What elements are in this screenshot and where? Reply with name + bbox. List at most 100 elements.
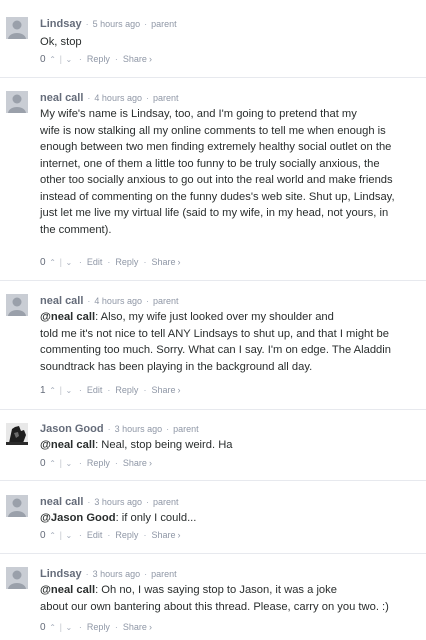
meta-separator: · — [145, 497, 149, 507]
meta-separator: · — [87, 296, 91, 306]
meta-separator: · — [144, 569, 148, 579]
share-link[interactable]: Share — [151, 384, 175, 397]
reply-link[interactable]: Reply — [87, 53, 110, 66]
parent-link[interactable]: parent — [173, 424, 199, 434]
footer-separator: · — [107, 257, 111, 267]
upvote-icon[interactable]: ⌃ — [48, 256, 58, 269]
vote-count: 0 — [40, 530, 46, 541]
comment-author[interactable]: Lindsay — [40, 18, 82, 30]
default-avatar-icon[interactable] — [6, 294, 28, 316]
comment-text-line: commenting too much. Sorry. What can I s… — [40, 344, 391, 356]
comment-time[interactable]: 5 hours ago — [93, 19, 141, 29]
meta-separator: · — [145, 93, 149, 103]
photo-avatar-icon[interactable] — [6, 423, 28, 445]
parent-link[interactable]: parent — [153, 497, 179, 507]
reply-link[interactable]: Reply — [87, 457, 110, 470]
meta-separator: · — [87, 93, 91, 103]
comment-text-line: enough between two men finding extremely… — [40, 141, 392, 153]
upvote-icon[interactable]: ⌃ — [48, 384, 58, 397]
reply-link[interactable]: Reply — [115, 529, 138, 542]
comment-divider — [0, 480, 426, 481]
upvote-icon[interactable]: ⌃ — [48, 457, 58, 470]
upvote-icon[interactable]: ⌃ — [48, 529, 58, 542]
comment-text-line: other too socially anxious to go out int… — [40, 174, 393, 186]
downvote-icon[interactable]: ⌄ — [64, 53, 74, 66]
share-chevron-icon: › — [177, 385, 181, 395]
share-link[interactable]: Share — [151, 529, 175, 542]
parent-link[interactable]: parent — [153, 296, 179, 306]
comment-time[interactable]: 4 hours ago — [94, 296, 142, 306]
edit-link[interactable]: Edit — [87, 529, 103, 542]
comment-author[interactable]: Jason Good — [40, 423, 104, 435]
comment-body: @Jason Good: if only I could... — [40, 510, 424, 527]
footer-separator: · — [143, 530, 147, 540]
footer-separator: · — [78, 54, 82, 64]
footer-separator: · — [78, 622, 82, 632]
vote-count: 0 — [40, 54, 46, 65]
downvote-icon[interactable]: ⌄ — [64, 256, 74, 269]
share-link[interactable]: Share — [123, 621, 147, 634]
share-chevron-icon: › — [148, 622, 152, 632]
comment-text-line: soundtrack has been playing in the backg… — [40, 360, 313, 373]
upvote-icon[interactable]: ⌃ — [48, 53, 58, 66]
default-avatar-icon[interactable] — [6, 567, 28, 589]
default-avatar-icon[interactable] — [6, 91, 28, 113]
comment-author[interactable]: neal call — [40, 496, 83, 508]
comment-time[interactable]: 3 hours ago — [93, 569, 141, 579]
parent-link[interactable]: parent — [151, 19, 177, 29]
meta-separator: · — [145, 296, 149, 306]
comment-time[interactable]: 4 hours ago — [94, 93, 142, 103]
share-link[interactable]: Share — [123, 53, 147, 66]
default-avatar-icon[interactable] — [6, 495, 28, 517]
mention-link[interactable]: @neal call — [40, 584, 95, 596]
footer-separator: · — [78, 530, 82, 540]
comment-text-line: My wife's name is Lindsay, too, and I'm … — [40, 108, 357, 120]
comment-divider — [0, 409, 426, 410]
meta-separator: · — [166, 424, 170, 434]
comment-text-line: instead of commenting on the funny dudes… — [40, 190, 395, 203]
footer-separator: · — [78, 385, 82, 395]
share-chevron-icon: › — [148, 54, 152, 64]
footer-separator: · — [107, 385, 111, 395]
vote-separator: | — [59, 385, 62, 395]
meta-separator: · — [107, 424, 111, 434]
downvote-icon[interactable]: ⌄ — [64, 529, 74, 542]
edit-link[interactable]: Edit — [87, 256, 103, 269]
comment-time[interactable]: 3 hours ago — [94, 497, 142, 507]
comment-author[interactable]: neal call — [40, 295, 83, 307]
comment-text-line: : Also, my wife just looked over my shou… — [95, 311, 334, 323]
mention-link[interactable]: @neal call — [40, 311, 95, 323]
comment-text-line: the comment). — [40, 223, 112, 236]
reply-link[interactable]: Reply — [87, 621, 110, 634]
comment-text-line: about our own bantering about this threa… — [40, 600, 389, 613]
comment-text-line: : if only I could... — [115, 512, 197, 524]
comment-body: @neal call: Oh no, I was saying stop to … — [40, 582, 424, 615]
comment-text-line: Ok, stop — [40, 36, 82, 48]
vote-count: 0 — [40, 257, 46, 268]
mention-link[interactable]: @neal call — [40, 439, 95, 451]
downvote-icon[interactable]: ⌄ — [64, 457, 74, 470]
edit-link[interactable]: Edit — [87, 384, 103, 397]
downvote-icon[interactable]: ⌄ — [64, 621, 74, 634]
comment-time[interactable]: 3 hours ago — [115, 424, 163, 434]
default-avatar-icon[interactable] — [6, 17, 28, 39]
share-chevron-icon: › — [177, 530, 181, 540]
comment-text-line: : Oh no, I was saying stop to Jason, it … — [95, 584, 337, 596]
mention-link[interactable]: @Jason Good — [40, 512, 116, 524]
upvote-icon[interactable]: ⌃ — [48, 621, 58, 634]
vote-count: 1 — [40, 385, 46, 396]
parent-link[interactable]: parent — [151, 569, 177, 579]
vote-separator: | — [59, 458, 62, 468]
comment-author[interactable]: neal call — [40, 92, 83, 104]
reply-link[interactable]: Reply — [115, 256, 138, 269]
downvote-icon[interactable]: ⌄ — [64, 384, 74, 397]
meta-separator: · — [85, 569, 89, 579]
meta-separator: · — [144, 19, 148, 29]
reply-link[interactable]: Reply — [115, 384, 138, 397]
parent-link[interactable]: parent — [153, 93, 179, 103]
comment-text-line: : Neal, stop being weird. Ha — [95, 439, 233, 451]
share-link[interactable]: Share — [151, 256, 175, 269]
comment-author[interactable]: Lindsay — [40, 568, 82, 580]
share-link[interactable]: Share — [123, 457, 147, 470]
share-chevron-icon: › — [177, 257, 181, 267]
